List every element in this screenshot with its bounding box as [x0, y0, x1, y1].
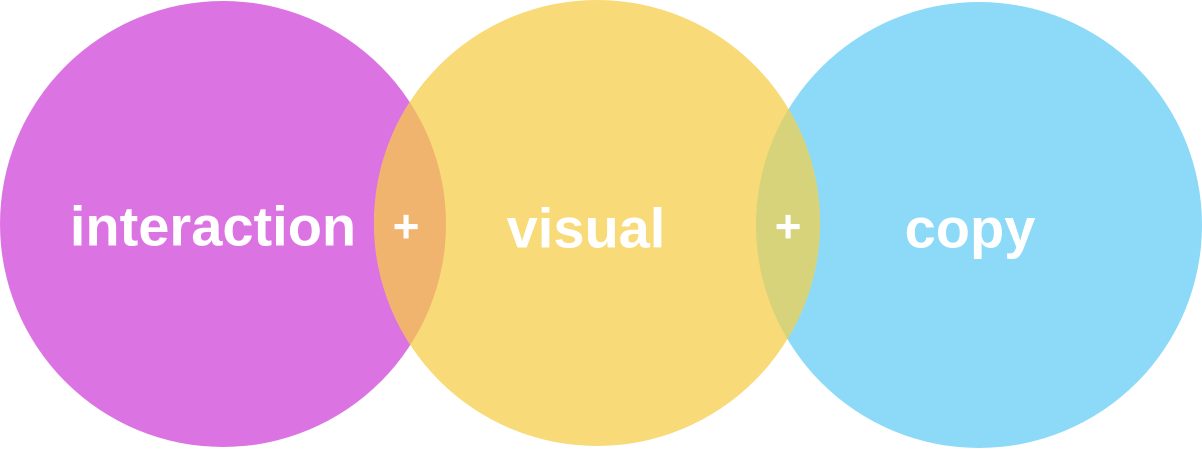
plus-sign-right: + — [775, 200, 802, 252]
interaction-label: interaction — [70, 195, 356, 258]
plus-sign-left: + — [393, 200, 420, 252]
copy-label: copy — [905, 197, 1036, 260]
venn-diagram: interaction + visual + copy — [0, 0, 1202, 448]
visual-label: visual — [507, 197, 666, 260]
